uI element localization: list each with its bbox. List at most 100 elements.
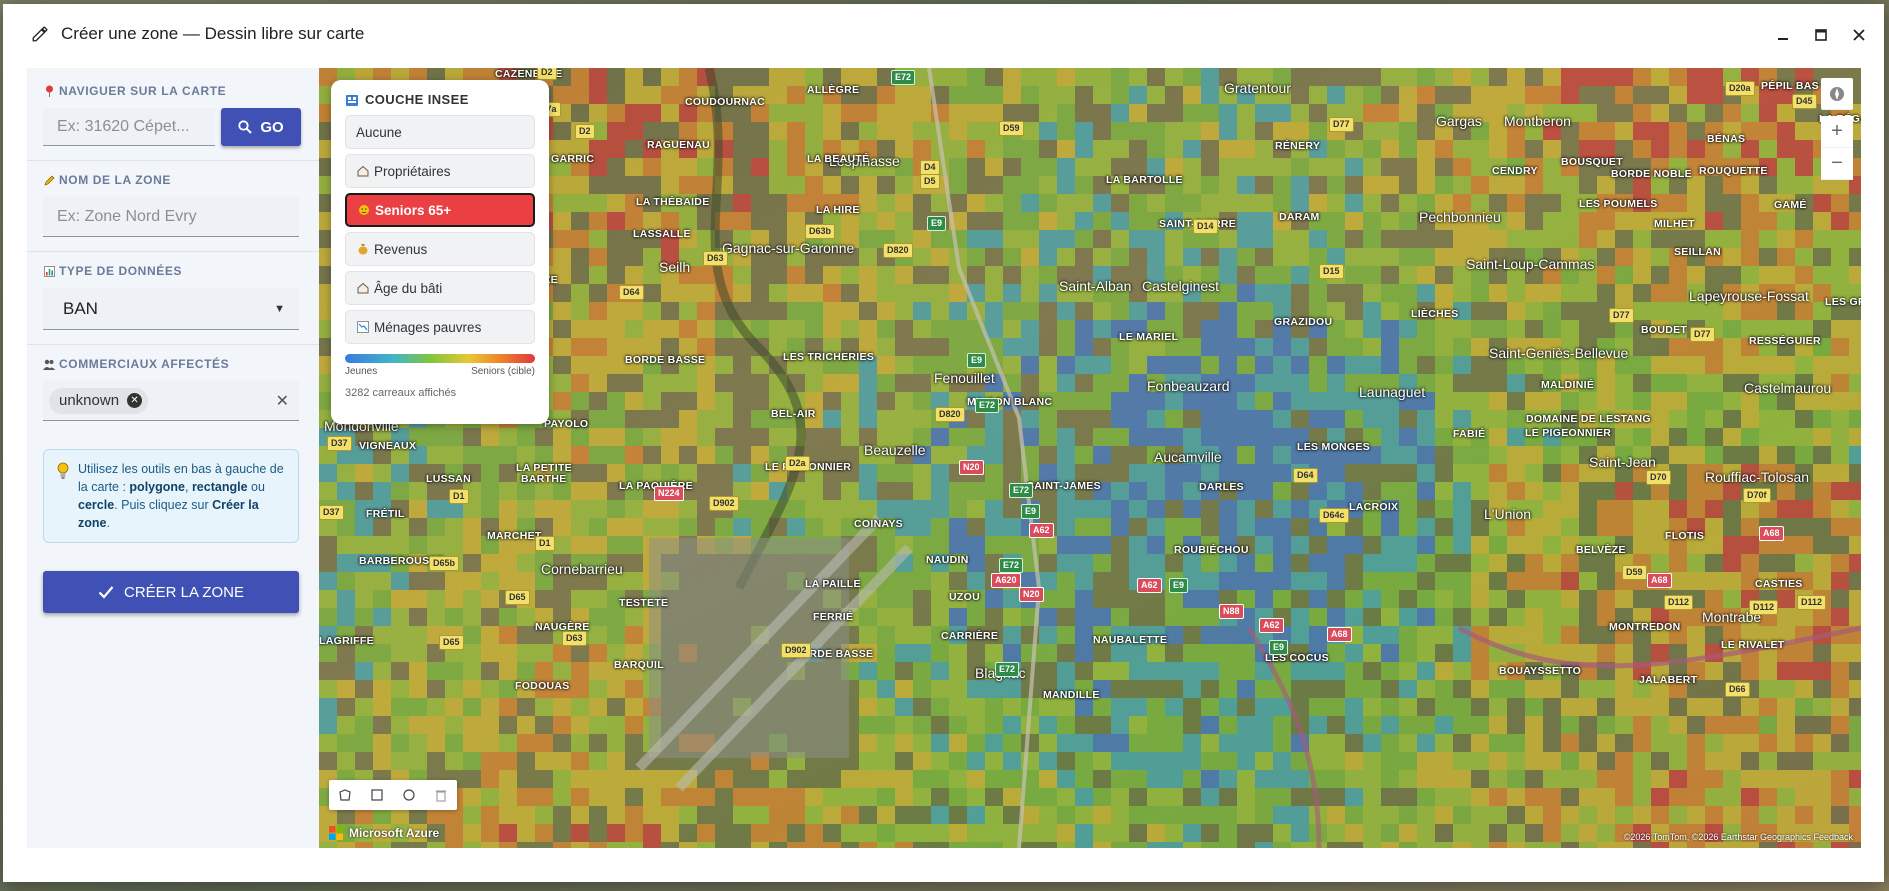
road-shield: A68 — [1647, 573, 1672, 588]
layer-panel-title: COUCHE INSEE — [345, 92, 535, 107]
navigate-row: GO — [43, 108, 303, 146]
check-icon — [98, 586, 114, 599]
road-shield: A68 — [1327, 627, 1352, 642]
search-input[interactable] — [43, 108, 215, 146]
place-label: LAGRIFFE — [319, 635, 374, 647]
road-shield: D70f — [1743, 488, 1771, 503]
divider — [27, 344, 319, 345]
road-shield: D1 — [449, 489, 469, 504]
place-label: LE PIGEONNIER — [1525, 427, 1612, 439]
layer-option-owners[interactable]: Propriétaires — [345, 154, 535, 188]
create-zone-dialog: Créer une zone — Dessin libre sur carte … — [3, 4, 1884, 882]
map-attribution[interactable]: ©2026 TomTom, ©2026 Earthstar Geographic… — [1624, 832, 1853, 842]
sales-chip-input[interactable]: unknown ✕ ✕ — [43, 381, 299, 421]
place-label: L'Union — [1484, 506, 1532, 522]
road-shield: N224 — [654, 486, 684, 501]
road-shield: D63 — [703, 251, 728, 266]
place-label: NAUBALETTE — [1093, 634, 1168, 646]
clear-icon[interactable]: ✕ — [276, 391, 289, 411]
place-label: RÉNERY — [1275, 140, 1321, 152]
go-button[interactable]: GO — [221, 108, 301, 146]
place-label: LES TRICHERIES — [783, 351, 875, 363]
chart-down-icon — [356, 321, 370, 333]
money-bag-icon — [356, 243, 370, 255]
pencil-icon — [29, 23, 51, 45]
road-shield: D64c — [1319, 508, 1349, 523]
window-controls — [1766, 18, 1876, 52]
place-label: ALLÈGRE — [807, 84, 860, 96]
chip: unknown ✕ — [49, 387, 149, 414]
microsoft-logo-icon — [329, 826, 343, 840]
road-shield: D77 — [1609, 308, 1634, 323]
dialog-content: NAVIGUER SUR LA CARTE GO NOM DE LA ZONE — [27, 68, 1861, 848]
place-label: Castelginest — [1142, 278, 1220, 294]
road-shield: E72 — [1009, 483, 1034, 498]
road-shield: D45 — [1792, 94, 1817, 109]
create-zone-button[interactable]: CRÉER LA ZONE — [43, 571, 299, 613]
map[interactable]: Gratentour Gargas Montberon Lespinasse Pechb… — [319, 68, 1861, 848]
compass-button[interactable] — [1821, 78, 1853, 110]
info-box: Utilisez les outils en bas à gauche de l… — [43, 449, 299, 543]
road-shield: A62 — [1259, 618, 1284, 633]
minimize-button[interactable] — [1766, 18, 1800, 52]
zoom-in-button[interactable]: + — [1821, 116, 1853, 148]
data-type-label: TYPE DE DONNÉES — [43, 264, 303, 278]
place-label: LES GRA — [1825, 296, 1861, 308]
house-icon — [356, 165, 370, 177]
place-label: ROUBIÉCHOU — [1174, 544, 1249, 556]
road-shield: D820 — [935, 407, 965, 422]
chip-remove-icon[interactable]: ✕ — [127, 393, 143, 408]
dialog-titlebar: Créer une zone — Dessin libre sur carte — [3, 4, 1884, 64]
zone-name-input[interactable] — [43, 197, 299, 237]
place-label: Cornebarrieu — [541, 561, 623, 577]
polygon-tool-button[interactable] — [333, 783, 357, 807]
place-label: CASTIES — [1755, 578, 1803, 590]
close-button[interactable] — [1842, 18, 1876, 52]
divider — [27, 160, 319, 161]
place-label: SEILLAN — [1674, 246, 1722, 258]
place-label: Saint-Alban — [1059, 278, 1132, 294]
chart-icon — [43, 265, 55, 277]
sidebar: NAVIGUER SUR LA CARTE GO NOM DE LA ZONE — [27, 68, 319, 848]
caret-down-icon: ▼ — [274, 302, 285, 315]
circle-tool-button[interactable] — [397, 783, 421, 807]
maximize-button[interactable] — [1804, 18, 1838, 52]
legend-labels: Jeunes Seniors (cible) — [345, 366, 535, 377]
road-shield: E72 — [975, 398, 1000, 413]
close-icon — [1853, 29, 1865, 41]
road-shield: D15 — [1319, 264, 1344, 279]
place-label: Castelmaurou — [1744, 380, 1832, 396]
layer-option-poor-households[interactable]: Ménages pauvres — [345, 310, 535, 344]
place-label: LACROIX — [1349, 501, 1399, 513]
layer-option-none[interactable]: Aucune — [345, 115, 535, 149]
place-label: BOUAYSSETTO — [1499, 665, 1582, 677]
road-shield: D20a — [1725, 81, 1755, 96]
place-label: BARTHE — [521, 473, 567, 485]
place-label: Beauzelle — [864, 442, 926, 458]
zoom-out-button[interactable]: − — [1821, 148, 1853, 180]
road-shield: D37 — [319, 505, 344, 520]
data-type-select[interactable]: BAN ▼ — [43, 288, 299, 330]
road-shield: A68 — [1759, 526, 1784, 541]
road-shield: D820 — [883, 243, 913, 258]
place-label: VIGNEAUX — [359, 440, 417, 452]
map-controls: + − — [1821, 78, 1853, 180]
place-label: CENDRY — [1492, 165, 1538, 177]
search-icon — [238, 120, 253, 134]
legend-gradient — [345, 354, 535, 363]
layer-option-seniors[interactable]: Seniors 65+ — [345, 193, 535, 227]
layer-option-income[interactable]: Revenus — [345, 232, 535, 266]
pin-icon — [43, 85, 55, 97]
delete-tool-button[interactable] — [429, 783, 453, 807]
layer-option-building-age[interactable]: Âge du bâti — [345, 271, 535, 305]
rectangle-tool-button[interactable] — [365, 783, 389, 807]
place-label: FRÉTIL — [366, 508, 405, 520]
place-label: DARLES — [1199, 481, 1244, 493]
place-label: FLOTIS — [1665, 530, 1705, 542]
place-label: FABIÉ — [1453, 428, 1486, 440]
road-shield: D63b — [805, 224, 836, 239]
place-label: RESSÉGUIER — [1749, 335, 1821, 347]
place-label: Rouffiac-Tolosan — [1705, 469, 1810, 485]
sales-label: COMMERCIAUX AFFECTÉS — [43, 357, 303, 371]
road-shield: D2 — [537, 68, 557, 80]
